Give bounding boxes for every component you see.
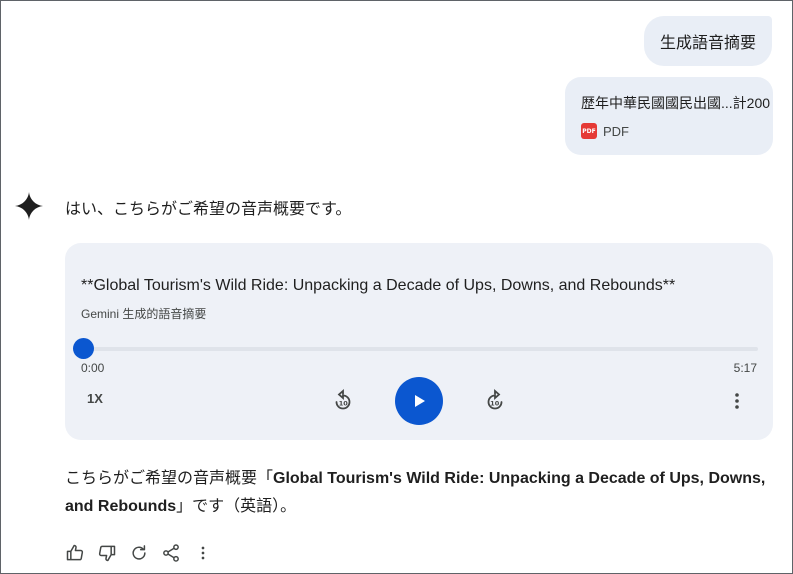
audio-subtitle: Gemini 生成的語音摘要 (81, 307, 207, 321)
more-vert-icon (201, 546, 205, 560)
audio-progress-track[interactable] (84, 347, 758, 351)
response-intro-text: はい、こちらがご希望の音声概要です。 (65, 201, 352, 218)
svg-text:10: 10 (339, 400, 349, 408)
user-message-text: 生成語音摘要 (659, 35, 756, 52)
audio-current-time: 0:00 (81, 361, 105, 375)
response-body-prefix: こちらがご希望の音声概要「 (65, 470, 274, 487)
audio-overview-card: **Global Tourism's Wild Ride: Unpacking … (65, 243, 773, 440)
gemini-spark-icon (15, 192, 43, 220)
playback-speed-button[interactable]: 1X (87, 391, 103, 406)
share-button[interactable] (159, 541, 183, 565)
attachment-file-name: 歴年中華民國國民出國...計200 (581, 95, 771, 111)
thumb-up-icon (66, 544, 84, 561)
thumb-up-button[interactable] (63, 541, 87, 565)
attachment-chip[interactable]: 歴年中華民國國民出國...計200 PDF PDF (565, 77, 773, 155)
pdf-icon: PDF (581, 123, 597, 139)
response-actions (63, 541, 215, 565)
play-button[interactable] (395, 377, 443, 425)
response-body-suffix: 」です（英語）。 (176, 498, 297, 515)
audio-total-time: 5:17 (733, 361, 757, 375)
user-message-bubble: 生成語音摘要 (643, 16, 772, 66)
response-body: こちらがご希望の音声概要「Global Tourism's Wild Ride:… (65, 465, 775, 521)
attachment-file-type: PDF (603, 123, 629, 139)
refresh-icon (132, 545, 146, 560)
forward-10-icon[interactable]: 10 (483, 389, 507, 413)
more-vert-icon[interactable] (725, 389, 749, 413)
thumb-down-icon (98, 545, 116, 562)
share-icon (163, 544, 179, 562)
audio-progress-thumb[interactable] (73, 338, 94, 359)
svg-text:10: 10 (490, 400, 500, 408)
thumb-down-button[interactable] (95, 541, 119, 565)
attachment-type-row: PDF PDF (581, 123, 773, 139)
audio-title: **Global Tourism's Wild Ride: Unpacking … (81, 277, 676, 294)
play-icon (415, 395, 425, 407)
replay-10-icon[interactable]: 10 (331, 389, 355, 413)
regenerate-button[interactable] (127, 541, 151, 565)
more-options-button[interactable] (191, 541, 215, 565)
